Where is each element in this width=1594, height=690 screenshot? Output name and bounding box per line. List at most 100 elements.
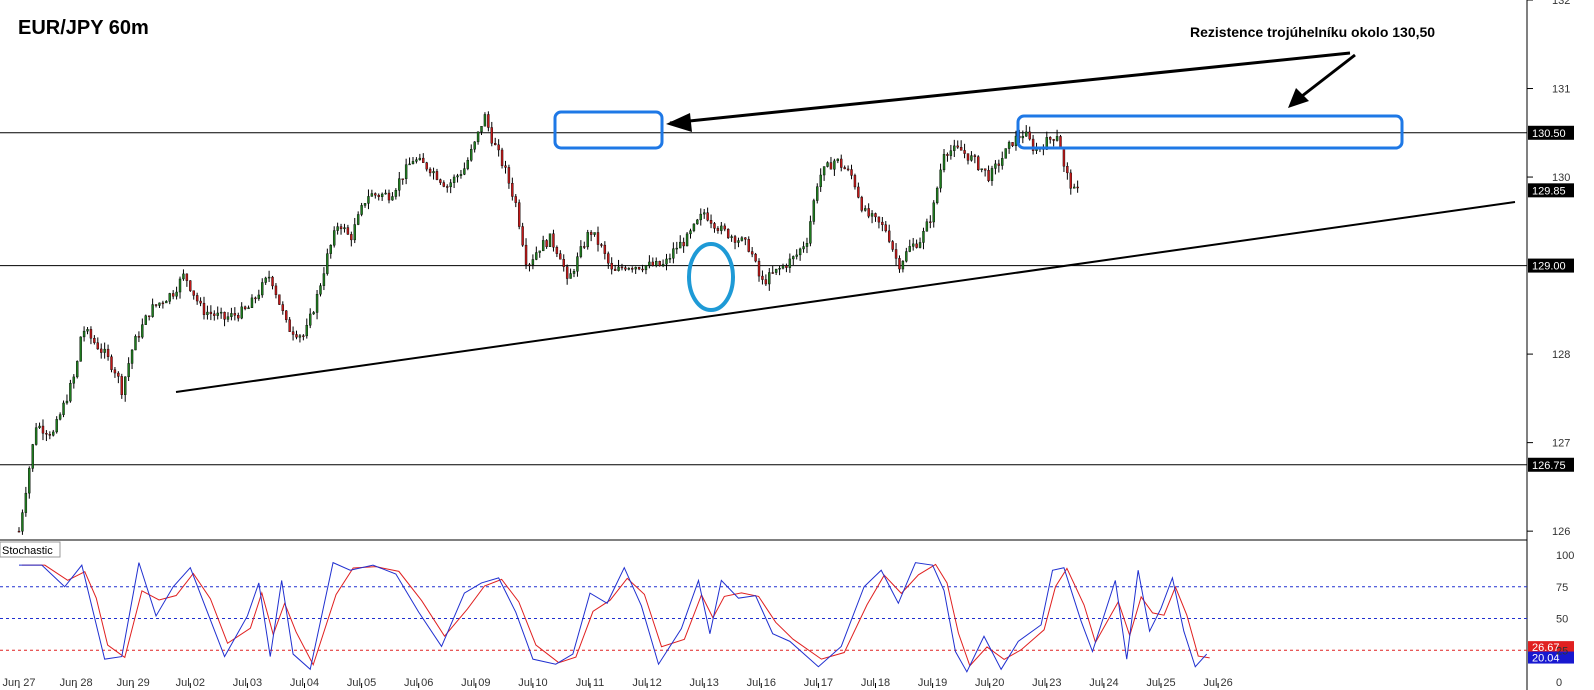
candle-body bbox=[713, 223, 716, 229]
candle-body bbox=[93, 338, 96, 343]
candle-body bbox=[1076, 186, 1079, 189]
candle-body bbox=[137, 336, 141, 338]
candle-body bbox=[199, 300, 202, 304]
candle-body bbox=[182, 273, 185, 280]
candle-body bbox=[816, 186, 819, 201]
date-tick-label: Jul 24 bbox=[1089, 677, 1118, 689]
candle-body bbox=[819, 174, 822, 187]
candle-body bbox=[716, 228, 720, 231]
candle-body bbox=[76, 361, 79, 378]
candle-body bbox=[332, 230, 336, 246]
candle-body bbox=[100, 348, 103, 353]
candle-body bbox=[398, 178, 401, 191]
candle-body bbox=[202, 302, 206, 315]
candle-body bbox=[408, 163, 411, 166]
candle-body bbox=[370, 193, 374, 197]
candle-body bbox=[168, 293, 171, 302]
candle-body bbox=[888, 230, 891, 242]
candle-body bbox=[689, 230, 692, 235]
candle-body bbox=[425, 162, 428, 170]
candle-body bbox=[243, 306, 247, 310]
candle-body bbox=[1021, 136, 1025, 139]
chart-title: EUR/JPY 60m bbox=[18, 17, 149, 39]
candle-body bbox=[329, 244, 332, 254]
candle-body bbox=[254, 297, 257, 300]
candle-body bbox=[1069, 172, 1072, 189]
price-ticks: 126 127 128 130 131 132 100 75 50 25 0 bbox=[1527, 0, 1574, 689]
candle-body bbox=[490, 127, 493, 144]
candle-body bbox=[377, 194, 380, 197]
candle-body bbox=[171, 293, 175, 297]
candle-body bbox=[576, 256, 579, 272]
candle-body bbox=[939, 169, 942, 189]
candle-body bbox=[456, 175, 459, 178]
candle-body bbox=[894, 249, 898, 259]
candle-body bbox=[973, 155, 977, 157]
candle-body bbox=[764, 279, 768, 285]
candle-body bbox=[96, 342, 99, 350]
candle-body bbox=[977, 156, 980, 171]
candle-body bbox=[312, 312, 315, 315]
candle-body bbox=[750, 251, 754, 255]
candle-body bbox=[514, 196, 517, 203]
candle-body bbox=[422, 157, 425, 163]
candle-body bbox=[339, 226, 343, 230]
candle-body bbox=[521, 226, 524, 246]
candle-body bbox=[822, 166, 826, 176]
candle-body bbox=[836, 158, 840, 162]
candle-body bbox=[1001, 158, 1004, 166]
candle-body bbox=[846, 168, 850, 171]
price-tick-label: 131 bbox=[1552, 84, 1570, 96]
candle-body bbox=[230, 313, 233, 317]
candle-body bbox=[641, 268, 644, 271]
date-tick-label: Jul 20 bbox=[975, 677, 1004, 689]
candle-body bbox=[480, 126, 483, 133]
candle-body bbox=[589, 232, 593, 235]
candle-body bbox=[932, 202, 935, 223]
candle-body bbox=[685, 233, 689, 247]
candle-body bbox=[997, 163, 1001, 166]
candle-body bbox=[24, 492, 28, 513]
candle-body bbox=[918, 242, 922, 248]
candle-body bbox=[1062, 148, 1066, 167]
candle-body bbox=[261, 282, 264, 296]
candle-body bbox=[942, 154, 946, 171]
candle-body bbox=[970, 155, 973, 161]
candle-body bbox=[987, 170, 990, 181]
candle-body bbox=[524, 244, 528, 265]
candle-body bbox=[89, 329, 93, 339]
candle-body bbox=[583, 246, 586, 248]
candle-body bbox=[901, 260, 905, 270]
candle-body bbox=[833, 160, 836, 170]
candle-body bbox=[864, 208, 867, 211]
candle-body bbox=[1025, 131, 1028, 137]
candle-body bbox=[538, 250, 541, 253]
candle-body bbox=[679, 241, 682, 249]
candle-body bbox=[387, 192, 391, 201]
candle-body bbox=[124, 376, 127, 395]
date-tick-label: Jul 10 bbox=[518, 677, 547, 689]
candle-body bbox=[826, 162, 829, 167]
candle-body bbox=[675, 247, 678, 250]
candle-body bbox=[665, 258, 668, 265]
candle-body bbox=[38, 425, 41, 428]
candle-body bbox=[596, 232, 600, 245]
candle-body bbox=[579, 246, 583, 257]
candle-body bbox=[267, 276, 271, 279]
candle-body bbox=[110, 356, 113, 370]
candle-body bbox=[990, 168, 994, 181]
candle-body bbox=[103, 348, 106, 353]
candle-body bbox=[778, 268, 781, 270]
candle-body bbox=[247, 307, 250, 310]
candle-body bbox=[367, 196, 370, 204]
date-tick-label: Jul 19 bbox=[918, 677, 947, 689]
candle-body bbox=[106, 348, 110, 357]
candle-body bbox=[706, 212, 709, 221]
date-tick-label: Jul 18 bbox=[861, 677, 890, 689]
candle-body bbox=[631, 268, 634, 270]
candle-body bbox=[850, 169, 853, 176]
candle-body bbox=[439, 179, 442, 183]
candle-body bbox=[911, 243, 915, 247]
candle-body bbox=[877, 216, 881, 223]
date-tick-label: Jul 04 bbox=[290, 677, 319, 689]
